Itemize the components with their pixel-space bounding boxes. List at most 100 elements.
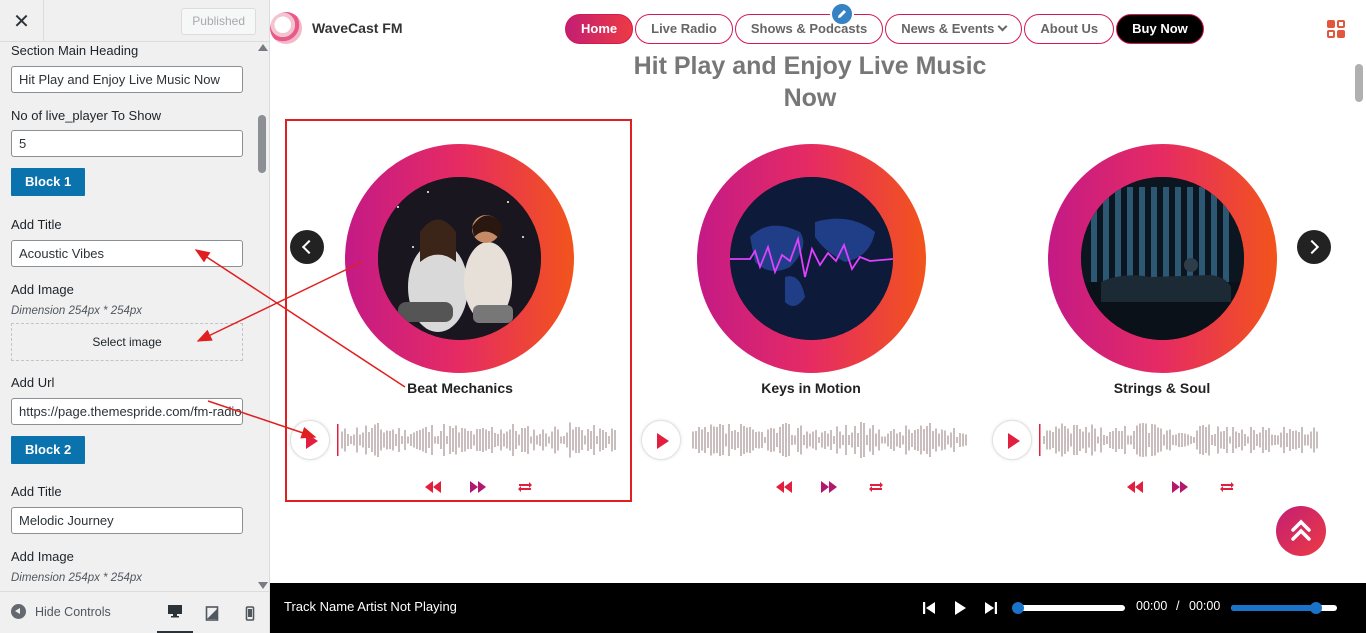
waveform-bar (581, 430, 583, 450)
fast-forward-icon[interactable] (468, 479, 488, 495)
card-image[interactable] (378, 177, 541, 340)
waveform-bar (734, 430, 736, 450)
waveform-bar (416, 431, 418, 449)
scroll-up-icon[interactable] (258, 44, 268, 51)
site-logo[interactable] (270, 12, 302, 44)
waveform-bar (527, 426, 529, 454)
rewind-icon[interactable] (1125, 479, 1145, 495)
waveform-bar (833, 436, 835, 444)
next-track-icon[interactable] (982, 599, 1000, 617)
mobile-preview-button[interactable] (232, 592, 268, 633)
menu-item-news-events[interactable]: News & Events (885, 14, 1023, 44)
waveform-bar (896, 433, 898, 447)
waveform-bar (1175, 434, 1177, 446)
waveform[interactable] (1039, 420, 1319, 460)
waveform-bar (773, 428, 775, 452)
waveform-bar (1268, 428, 1270, 452)
customizer-scrollbar[interactable] (256, 42, 269, 591)
waveform-bar (1259, 432, 1261, 448)
tablet-preview-button[interactable] (194, 592, 230, 633)
waveform-bar (500, 429, 502, 451)
card-image[interactable] (730, 177, 893, 340)
waveform-bar (1238, 433, 1240, 447)
published-button[interactable]: Published (181, 8, 256, 35)
waveform-bar (953, 428, 955, 452)
waveform[interactable] (688, 420, 968, 460)
card-image[interactable] (1081, 177, 1244, 340)
waveform-bar (383, 432, 385, 448)
block-2-button[interactable]: Block 2 (11, 436, 86, 464)
carousel-next-button[interactable] (1297, 230, 1331, 264)
waveform-bar (494, 433, 496, 447)
waveform-bar (584, 435, 586, 445)
waveform-bar (1223, 431, 1225, 449)
seek-bar[interactable] (1012, 602, 1125, 614)
site-brand[interactable]: WaveCast FM (312, 20, 403, 36)
block-1-url-input[interactable]: https://page.themespride.com/fm-radio (11, 398, 243, 425)
preview-scroll-thumb[interactable] (1355, 64, 1363, 102)
block-1-select-image-button[interactable]: Select image (11, 323, 243, 361)
edit-shortcut-icon[interactable] (830, 2, 854, 26)
waveform-bar (467, 431, 469, 449)
scroll-down-icon[interactable] (258, 582, 268, 589)
waveform-bar (1085, 427, 1087, 453)
tablet-icon (205, 605, 219, 621)
seek-handle[interactable] (1012, 602, 1024, 614)
menu-item-buy-now[interactable]: Buy Now (1116, 14, 1204, 44)
waveform-bar (818, 437, 820, 443)
desktop-preview-button[interactable] (157, 592, 193, 633)
fast-forward-icon[interactable] (1170, 479, 1190, 495)
block-1-title-input[interactable]: Acoustic Vibes (11, 240, 243, 267)
repeat-icon[interactable] (1217, 479, 1237, 495)
waveform-bar (932, 431, 934, 449)
close-icon[interactable]: ✕ (0, 0, 44, 42)
volume-handle[interactable] (1309, 602, 1322, 614)
waveform-bar (746, 427, 748, 453)
waveform-bar (458, 432, 460, 448)
block-1-button[interactable]: Block 1 (11, 168, 86, 196)
fast-forward-icon[interactable] (819, 479, 839, 495)
waveform-bar (869, 428, 871, 452)
customizer-scroll-thumb[interactable] (258, 115, 266, 173)
count-input[interactable]: 5 (11, 130, 243, 157)
play-button[interactable] (290, 420, 330, 460)
section-heading-input[interactable]: Hit Play and Enjoy Live Music Now (11, 66, 243, 93)
repeat-icon[interactable] (866, 479, 886, 495)
back-to-top-button[interactable] (1276, 506, 1326, 556)
waveform-bar (350, 436, 352, 444)
rewind-icon[interactable] (423, 479, 443, 495)
repeat-icon[interactable] (515, 479, 535, 495)
waveform[interactable] (337, 420, 617, 460)
waveform-bar (347, 434, 349, 446)
waveform-bar (803, 435, 805, 445)
waveform-bar (1283, 427, 1285, 453)
block-2-title-input[interactable]: Melodic Journey (11, 507, 243, 534)
menu-item-shows-podcasts[interactable]: Shows & Podcasts (734, 14, 884, 44)
hide-controls-button[interactable]: Hide Controls (11, 604, 111, 619)
waveform-bar (710, 424, 712, 456)
play-button[interactable] (641, 420, 681, 460)
apps-grid-icon[interactable] (1327, 20, 1345, 38)
play-button[interactable] (992, 420, 1032, 460)
volume-slider[interactable] (1231, 602, 1337, 614)
waveform-bar (428, 432, 430, 448)
waveform-bar (1181, 433, 1183, 447)
menu-item-home[interactable]: Home (565, 14, 634, 44)
menu-item-about-us[interactable]: About Us (1024, 14, 1115, 44)
waveform-bar (779, 427, 781, 453)
preview-scrollbar[interactable] (1352, 58, 1366, 583)
time-separator: / (1176, 599, 1180, 613)
menu-item-live-radio[interactable]: Live Radio (635, 14, 733, 44)
rewind-icon[interactable] (774, 479, 794, 495)
waveform-bar (842, 435, 844, 445)
waveform-bar (554, 426, 556, 454)
waveform-bar (782, 424, 784, 456)
previous-track-icon[interactable] (920, 599, 938, 617)
waveform-bar (1202, 425, 1204, 455)
waveform-bar (614, 430, 616, 450)
play-icon[interactable] (951, 599, 969, 617)
waveform-bar (1148, 433, 1150, 447)
waveform-bar (902, 435, 904, 445)
waveform-bar (587, 429, 589, 451)
waveform-bar (491, 427, 493, 453)
